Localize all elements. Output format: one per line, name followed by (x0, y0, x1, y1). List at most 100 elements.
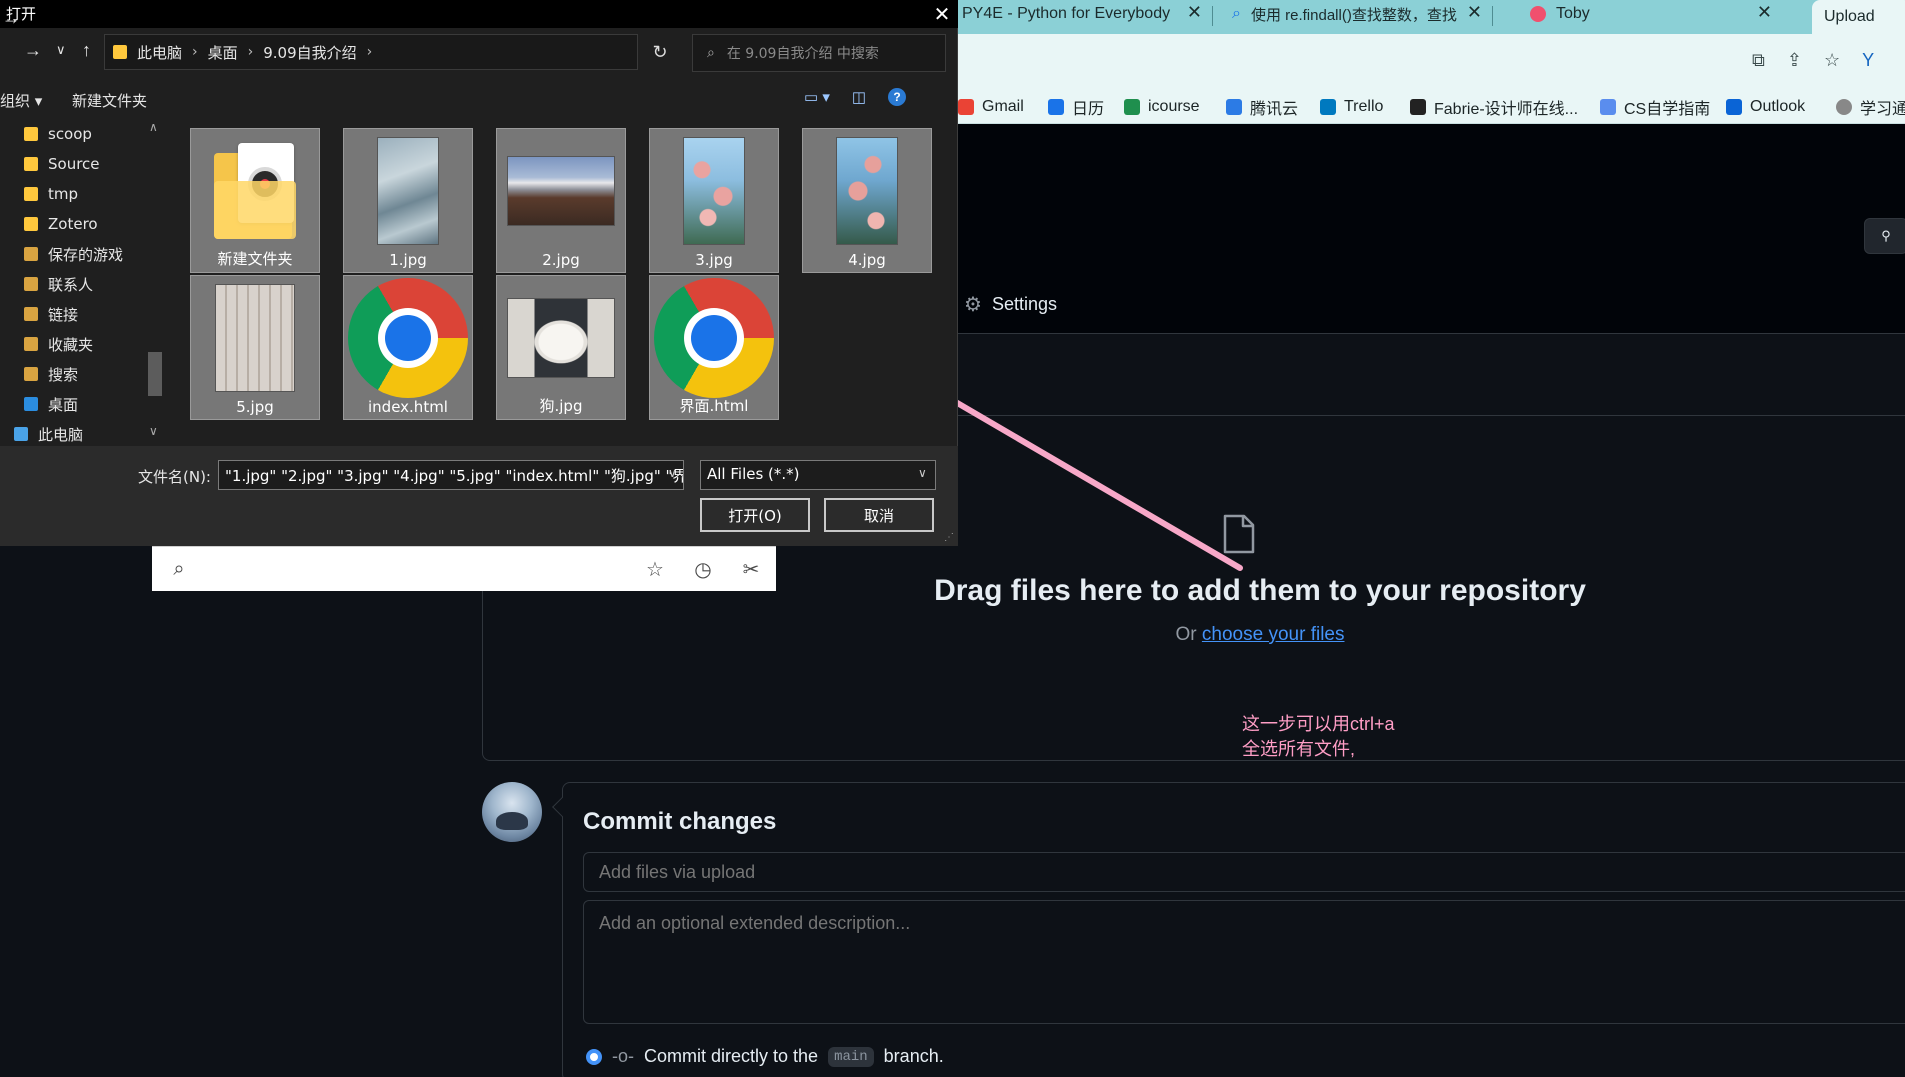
nav-label: 搜索 (48, 365, 79, 384)
tab-upload[interactable]: Upload (1812, 0, 1905, 34)
file-tile[interactable]: index.html (343, 275, 473, 420)
preview-pane-icon[interactable]: ◫ (852, 88, 866, 106)
bookmark-cs-guide[interactable]: CS自学指南 (1600, 96, 1710, 118)
search-icon: ⌕ (707, 45, 715, 61)
chevron-down-icon[interactable]: ∨ (149, 424, 158, 438)
bookmark-label: 日历 (1072, 101, 1105, 118)
search-icon[interactable]: ⌕ (168, 558, 190, 580)
forward-icon[interactable]: → (24, 40, 42, 61)
close-icon[interactable]: ✕ (926, 0, 958, 28)
file-tile[interactable]: 5.jpg (190, 275, 320, 420)
annotation-line: 全选所有文件, (1242, 739, 1356, 759)
bookmark-xuexitong[interactable]: 学习通 (1836, 96, 1905, 118)
file-tile[interactable]: 4.jpg (802, 128, 932, 273)
nav-item-searches[interactable]: 搜索 (24, 362, 78, 386)
commit-direct-option[interactable]: -o- Commit directly to the main branch. (586, 1046, 944, 1067)
settings-label: Settings (991, 294, 1057, 314)
file-name: 1.jpg (389, 251, 427, 269)
share-icon[interactable]: ⇪ (1787, 50, 1802, 71)
chevron-down-icon[interactable]: ∨ (668, 466, 677, 480)
close-icon[interactable]: ✕ (1757, 2, 1772, 23)
close-icon[interactable]: ✕ (1467, 2, 1482, 23)
view-mode-icon[interactable]: ▭ ▾ (804, 88, 830, 106)
organize-button[interactable]: 组织 ▾ (0, 90, 42, 111)
nav-item-source[interactable]: Source (24, 152, 100, 176)
history-icon[interactable]: ◷ (692, 558, 714, 581)
desktop-icon (24, 397, 38, 411)
file-tile[interactable]: 新建文件夹 (190, 128, 320, 273)
breadcrumb-item[interactable]: 9.09自我介绍 (263, 42, 356, 63)
chevron-right-icon[interactable]: › (248, 44, 254, 60)
refresh-icon[interactable]: ↻ (642, 34, 678, 70)
tab-settings[interactable]: ⚙ Settings (964, 292, 1057, 317)
chevron-right-icon[interactable]: › (367, 44, 373, 60)
nav-item-desktop[interactable]: 桌面 (24, 392, 78, 416)
file-name: 狗.jpg (539, 397, 583, 415)
help-icon[interactable]: ? (888, 88, 907, 106)
bookmark-icourse[interactable]: icourse (1124, 96, 1200, 118)
address-bar[interactable]: 此电脑 › 桌面 › 9.09自我介绍 › ∨ (104, 34, 723, 70)
nav-item-this-pc[interactable]: 此电脑 (14, 422, 83, 446)
breadcrumb-item[interactable]: 此电脑 (137, 42, 182, 63)
avatar[interactable] (482, 782, 542, 842)
resize-grip-icon[interactable]: ⋰ (944, 532, 954, 543)
tab-toby[interactable]: Toby ✕ (1520, 0, 1782, 28)
translate-icon[interactable]: ⧉ (1752, 50, 1765, 71)
choose-files-link[interactable]: choose your files (1202, 624, 1345, 645)
filename-input[interactable]: "1.jpg" "2.jpg" "3.jpg" "4.jpg" "5.jpg" … (218, 460, 684, 490)
dialog-search-input[interactable]: ⌕ 在 9.09自我介绍 中搜索 (692, 34, 946, 72)
nav-item-saved-games[interactable]: 保存的游戏 (24, 242, 123, 266)
open-button[interactable]: 打开(O) (700, 498, 810, 532)
chevron-up-icon[interactable]: ∧ (149, 120, 158, 134)
chevron-down-icon[interactable]: ∨ (918, 466, 927, 480)
file-tile[interactable]: 1.jpg (343, 128, 473, 273)
star-icon[interactable]: ☆ (644, 558, 666, 581)
nav-item-links[interactable]: 链接 (24, 302, 78, 326)
bookmark-fabrie[interactable]: Fabrie-设计师在线... (1410, 96, 1578, 118)
pin-icon[interactable]: ⚲ (1864, 218, 1905, 254)
bookmark-label: 学习通 (1860, 101, 1905, 118)
bookmark-outlook[interactable]: Outlook (1726, 96, 1805, 118)
nav-item-favorites[interactable]: 收藏夹 (24, 332, 93, 356)
close-icon[interactable]: ✕ (1187, 2, 1202, 23)
cancel-button[interactable]: 取消 (824, 498, 934, 532)
photo-thumbnail (497, 135, 625, 247)
chrome-icon (650, 278, 778, 398)
up-icon[interactable]: ↑ (82, 40, 91, 61)
folder-icon (24, 187, 38, 201)
nav-item-tmp[interactable]: tmp (24, 182, 78, 206)
bookmark-gmail[interactable]: Gmail (958, 96, 1024, 118)
searches-icon (24, 367, 38, 381)
tab-refindall[interactable]: ⌕ 使用 re.findall()查找整数，查找 ✕ (1222, 0, 1492, 28)
chevron-down-icon[interactable]: ∨ (56, 42, 66, 58)
file-tile[interactable]: 狗.jpg (496, 275, 626, 420)
nav-item-contacts[interactable]: 联系人 (24, 272, 93, 296)
commit-direct-radio[interactable] (586, 1048, 602, 1065)
file-name: 2.jpg (542, 251, 580, 269)
extension-icon[interactable]: Y (1862, 50, 1874, 71)
scrollbar-thumb[interactable] (148, 352, 162, 396)
file-tile[interactable]: 3.jpg (649, 128, 779, 273)
nav-label: 保存的游戏 (48, 245, 124, 264)
commit-summary-input[interactable] (583, 852, 1905, 892)
gmail-icon (958, 99, 974, 115)
nav-scrollbar[interactable]: ∧ ∨ (145, 120, 165, 446)
breadcrumb-item[interactable]: 桌面 (208, 42, 238, 63)
new-folder-button[interactable]: 新建文件夹 (72, 90, 147, 111)
bookmark-trello[interactable]: Trello (1320, 96, 1383, 118)
file-tile[interactable]: 2.jpg (496, 128, 626, 273)
chevron-right-icon[interactable]: › (192, 44, 198, 60)
bookmark-star-icon[interactable]: ☆ (1824, 50, 1840, 71)
tab-py4e[interactable]: PY4E - Python for Everybody ✕ (952, 0, 1212, 28)
filetype-select[interactable]: All Files (*.*) (700, 460, 936, 490)
bookmark-tencent-cloud[interactable]: 腾讯云 (1226, 96, 1298, 118)
bookmark-calendar[interactable]: 日历 (1048, 96, 1104, 118)
nav-item-scoop[interactable]: scoop (24, 122, 92, 146)
file-icon (1223, 514, 1255, 554)
xuexitong-icon (1836, 99, 1852, 115)
back-icon[interactable]: → (2, 8, 20, 29)
nav-item-zotero[interactable]: Zotero (24, 212, 98, 236)
file-tile[interactable]: 界面.html (649, 275, 779, 420)
commit-description-input[interactable] (583, 900, 1905, 1024)
tools-icon[interactable]: ✂ (740, 558, 762, 581)
